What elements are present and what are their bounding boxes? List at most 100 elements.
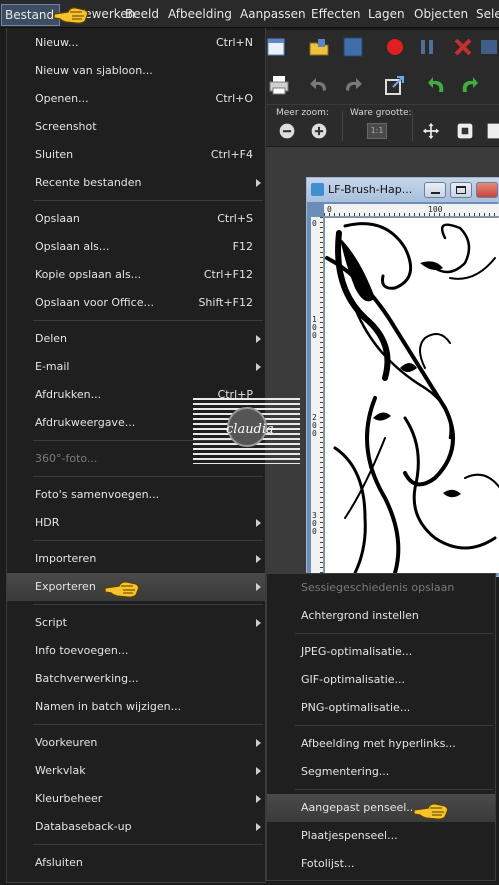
horizontal-ruler: 0 100 — [324, 204, 499, 217]
menu-item-label: Afdrukken... — [35, 388, 102, 401]
submenu-item-afbeelding-met-hyperlinks[interactable]: Afbeelding met hyperlinks... — [267, 730, 495, 758]
menu-divider — [33, 540, 263, 541]
menu-item-shortcut: Ctrl+F4 — [210, 148, 253, 161]
menu-selecties[interactable]: Sele — [476, 7, 499, 21]
menu-item-opslaan-als[interactable]: Opslaan als... F12 — [7, 233, 265, 261]
image-window-titlebar[interactable]: LF-Brush-Hap... — [307, 178, 499, 202]
submenu-item-fotolijst[interactable]: Fotolijst... — [267, 850, 495, 878]
menu-item-shortcut: Ctrl+F12 — [203, 268, 253, 281]
menu-item-screenshot[interactable]: Screenshot — [7, 113, 265, 141]
submenu-item-achtergrond-instellen[interactable]: Achtergrond instellen — [267, 602, 495, 630]
redo-icon[interactable] — [342, 74, 364, 96]
menu-item-label: Plaatjespenseel... — [301, 829, 398, 842]
print-icon[interactable] — [268, 74, 290, 96]
menu-afbeelding[interactable]: Afbeelding — [168, 7, 232, 21]
menu-item-label: Voorkeuren — [35, 736, 98, 749]
fit-image-icon[interactable] — [486, 122, 499, 140]
fit-window-icon[interactable] — [456, 122, 474, 140]
zoom-in-icon[interactable] — [310, 122, 328, 140]
menu-item-openen[interactable]: Openen... Ctrl+O — [7, 85, 265, 113]
menu-item-label: PNG-optimalisatie... — [301, 701, 411, 714]
menu-item-info-toevoegen[interactable]: Info toevoegen... — [7, 637, 265, 665]
menu-item-email[interactable]: E-mail — [7, 353, 265, 381]
menu-divider — [33, 844, 263, 845]
menu-item-label: Openen... — [35, 92, 89, 105]
new-document-icon[interactable] — [266, 36, 288, 58]
submenu-arrow-icon — [256, 363, 261, 371]
submenu-item-png-optimalisatie[interactable]: PNG-optimalisatie... — [267, 694, 495, 722]
menu-item-shortcut: Ctrl+S — [217, 212, 253, 225]
submenu-item-segmentering[interactable]: Segmentering... — [267, 758, 495, 786]
menu-aanpassen[interactable]: Aanpassen — [240, 7, 306, 21]
resize-icon[interactable] — [384, 74, 406, 96]
menu-item-label: Kopie opslaan als... — [35, 268, 142, 281]
menu-item-importeren[interactable]: Importeren — [7, 545, 265, 573]
submenu-arrow-icon — [256, 583, 261, 591]
menu-item-label: Werkvlak — [35, 764, 86, 777]
menu-item-opslaan-voor-office[interactable]: Opslaan voor Office... Shift+F12 — [7, 289, 265, 317]
menu-item-script[interactable]: Script — [7, 609, 265, 637]
menu-beeld[interactable]: Beeld — [125, 7, 159, 21]
zoom-out-icon[interactable] — [278, 122, 296, 140]
menu-divider — [295, 725, 493, 726]
menu-item-hdr[interactable]: HDR — [7, 509, 265, 537]
menu-objecten[interactable]: Objecten — [414, 7, 468, 21]
menu-item-kopie-opslaan-als[interactable]: Kopie opslaan als... Ctrl+F12 — [7, 261, 265, 289]
menu-item-voorkeuren[interactable]: Voorkeuren — [7, 729, 265, 757]
minimize-button[interactable] — [424, 182, 446, 198]
menu-item-label: Script — [35, 616, 67, 629]
menu-item-nieuw-van-sjabloon[interactable]: Nieuw van sjabloon... — [7, 57, 265, 85]
record-icon[interactable] — [384, 36, 406, 58]
save-icon[interactable] — [342, 36, 364, 58]
menu-lagen[interactable]: Lagen — [368, 7, 405, 21]
menu-item-label: Achtergrond instellen — [301, 609, 419, 622]
menu-item-namen-in-batch-wijzigen[interactable]: Namen in batch wijzigen... — [7, 693, 265, 721]
rotate-right-icon[interactable] — [458, 74, 480, 96]
actual-size-button[interactable]: 1:1 — [367, 123, 387, 139]
submenu-item-plaatjespenseel[interactable]: Plaatjespenseel... — [267, 822, 495, 850]
submenu-item-aangepast-penseel[interactable]: Aangepast penseel... — [267, 794, 495, 822]
menu-item-delen[interactable]: Delen — [7, 325, 265, 353]
script-icon[interactable] — [478, 36, 499, 58]
menu-item-shortcut: Shift+F12 — [198, 296, 253, 309]
menu-item-shortcut: Ctrl+O — [215, 92, 253, 105]
menu-item-opslaan[interactable]: Opslaan Ctrl+S — [7, 205, 265, 233]
stop-icon[interactable] — [452, 36, 474, 58]
submenu-item-gif-optimalisatie[interactable]: GIF-optimalisatie... — [267, 666, 495, 694]
menu-item-recente-bestanden[interactable]: Recente bestanden — [7, 169, 265, 197]
menu-item-fotos-samenvoegen[interactable]: Foto's samenvoegen... — [7, 481, 265, 509]
menu-item-werkvlak[interactable]: Werkvlak — [7, 757, 265, 785]
menu-item-nieuw[interactable]: Nieuw... Ctrl+N — [7, 29, 265, 57]
pause-icon[interactable] — [416, 36, 438, 58]
menu-effecten[interactable]: Effecten — [311, 7, 361, 21]
menu-item-label: HDR — [35, 516, 60, 529]
menu-item-batchverwerking[interactable]: Batchverwerking... — [7, 665, 265, 693]
submenu-item-jpeg-optimalisatie[interactable]: JPEG-optimalisatie... — [267, 638, 495, 666]
move-icon[interactable] — [422, 122, 440, 140]
menu-item-kleurbeheer[interactable]: Kleurbeheer — [7, 785, 265, 813]
watermark-logo: claudia — [193, 398, 300, 464]
submenu-arrow-icon — [256, 795, 261, 803]
menu-item-label: Importeren — [35, 552, 97, 565]
image-window: LF-Brush-Hap... 0 100 0 1 0 0 2 0 0 3 0 … — [306, 177, 499, 577]
menu-item-label: Nieuw van sjabloon... — [35, 64, 153, 77]
image-canvas[interactable] — [325, 218, 499, 573]
submenu-item-sessiegeschiedenis-opslaan: Sessiegeschiedenis opslaan — [267, 574, 495, 602]
menu-item-databaseback-up[interactable]: Databaseback-up — [7, 813, 265, 841]
menu-item-sluiten[interactable]: Sluiten Ctrl+F4 — [7, 141, 265, 169]
submenu-arrow-icon — [256, 179, 261, 187]
close-button[interactable] — [476, 182, 498, 198]
menu-item-label: Afdrukweergave... — [35, 416, 136, 429]
open-folder-icon[interactable] — [308, 36, 330, 58]
standard-toolbar — [266, 30, 499, 64]
menu-item-afsluiten[interactable]: Afsluiten — [7, 849, 265, 877]
undo-icon[interactable] — [308, 74, 330, 96]
menu-item-label: E-mail — [35, 360, 70, 373]
menu-item-label: Opslaan voor Office... — [35, 296, 154, 309]
swirl-brush-artwork — [325, 222, 499, 573]
rotate-left-icon[interactable] — [426, 74, 448, 96]
menu-divider — [33, 604, 263, 605]
submenu-arrow-icon — [256, 739, 261, 747]
menu-item-label: 360°-foto... — [35, 452, 98, 465]
maximize-button[interactable] — [450, 182, 472, 198]
